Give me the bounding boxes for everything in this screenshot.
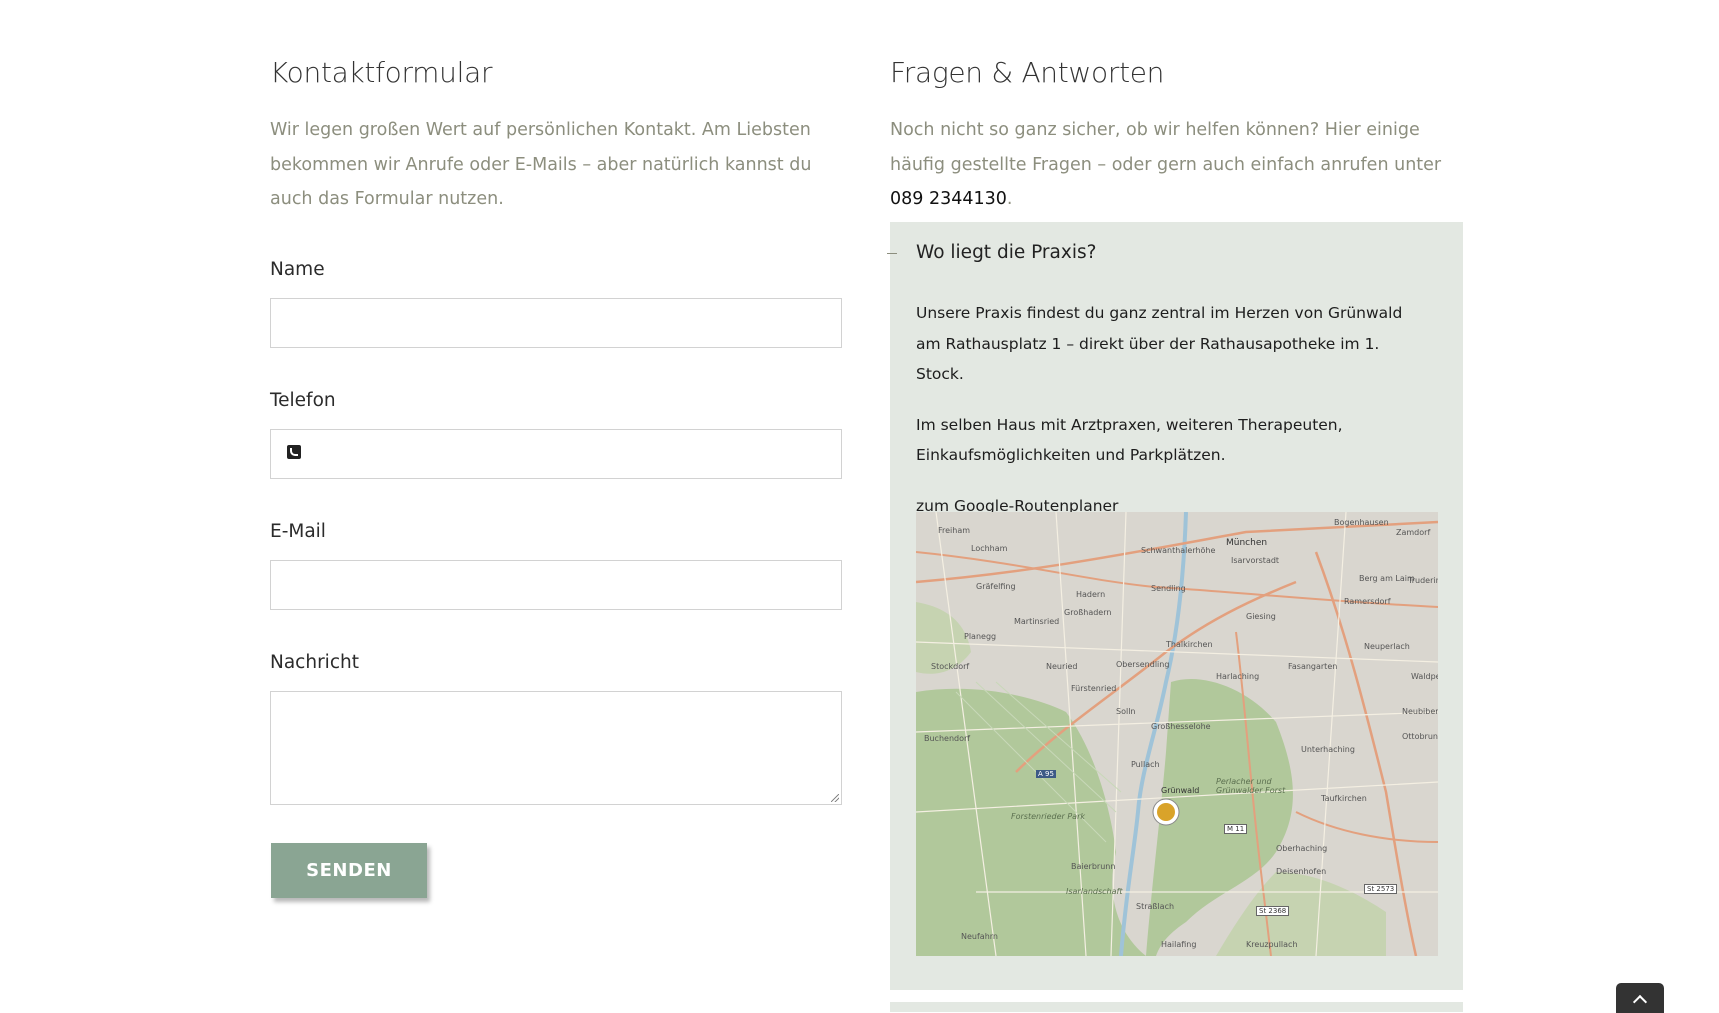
map-place-label: Unterhaching: [1301, 745, 1355, 754]
faq-phone-number[interactable]: 089 2344130: [890, 189, 1007, 209]
map-place-label: Harlaching: [1216, 672, 1260, 681]
contact-title: Kontaktformular: [270, 56, 493, 89]
map-place-label: Bogenhausen: [1334, 518, 1389, 527]
map[interactable]: Freiham Lochham Gräfelfing Planegg Stock…: [916, 512, 1438, 956]
map-place-label: Gräfelfing: [976, 582, 1016, 591]
scroll-to-top-button[interactable]: [1616, 983, 1664, 1013]
map-place-label: Grünwald: [1161, 786, 1200, 795]
map-place-label: Giesing: [1246, 612, 1276, 621]
map-place-label: München: [1226, 538, 1268, 548]
map-road-label: St 2573: [1364, 884, 1398, 894]
map-place-label: Isarlandschaft: [1066, 887, 1123, 896]
map-place-label: Trudering: [1408, 576, 1438, 585]
phone-icon: [287, 445, 301, 459]
collapse-toggle-icon[interactable]: [887, 253, 897, 254]
map-place-label: Hadern: [1076, 590, 1106, 599]
message-textarea[interactable]: [270, 691, 842, 805]
faq-question-text[interactable]: Wo liegt die Praxis?: [916, 242, 1096, 263]
map-place-label: Neufahrn: [961, 932, 998, 941]
faq-item-next[interactable]: [890, 1002, 1463, 1012]
map-place-label: Martinsried: [1014, 617, 1060, 626]
faq-question[interactable]: Wo liegt die Praxis?: [887, 242, 1096, 263]
map-place-label: Sendling: [1151, 584, 1186, 593]
map-place-label: Kreuzpullach: [1246, 940, 1298, 949]
map-place-label: Pullach: [1131, 760, 1160, 769]
map-road-label: St 2368: [1256, 906, 1290, 916]
map-place-label: Ramersdorf: [1344, 597, 1391, 606]
map-place-label: Großhadern: [1064, 608, 1112, 617]
map-place-label: Obersendling: [1116, 660, 1170, 669]
name-field[interactable]: [270, 298, 842, 348]
faq-section: Fragen & Antworten Noch nicht so ganz si…: [890, 56, 1463, 217]
map-place-label: Forstenrieder Park: [1011, 812, 1085, 821]
map-place-label: Deisenhofen: [1276, 867, 1327, 876]
map-place-label: Neuperlach: [1364, 642, 1410, 651]
faq-title: Fragen & Antworten: [890, 56, 1165, 89]
email-field[interactable]: [270, 560, 842, 610]
map-place-label: Stockdorf: [931, 662, 970, 671]
map-place-label: Solln: [1116, 707, 1136, 716]
phone-label: Telefon: [270, 390, 336, 411]
faq-intro: Noch nicht so ganz sicher, ob wir helfen…: [890, 113, 1463, 217]
map-place-label: Schwanthalerhöhe: [1141, 546, 1216, 555]
faq-answer-paragraph: Unsere Praxis findest du ganz zentral im…: [916, 304, 1403, 383]
resize-handle[interactable]: [831, 794, 839, 802]
map-place-label: Fasangarten: [1288, 662, 1338, 671]
map-place-label: Baierbrunn: [1071, 862, 1116, 871]
email-label: E-Mail: [270, 521, 326, 542]
send-button[interactable]: SENDEN: [271, 843, 427, 898]
map-place-label: Fürstenried: [1071, 684, 1117, 693]
map-place-label: Berg am Laim: [1359, 574, 1415, 583]
map-place-label: Neuried: [1046, 662, 1078, 671]
map-place-label: Neubiberg: [1402, 707, 1438, 716]
map-place-label: Taufkirchen: [1321, 794, 1367, 803]
map-place-label: Isarvorstadt: [1231, 556, 1280, 565]
map-place-label: Waldperlach: [1411, 672, 1438, 681]
map-place-label: Planegg: [964, 632, 997, 641]
faq-answer: Unsere Praxis findest du ganz zentral im…: [916, 298, 1416, 541]
map-place-label: Oberhaching: [1276, 844, 1328, 853]
chevron-up-icon: [1632, 994, 1648, 1010]
map-place-label: Großhesselohe: [1151, 722, 1211, 731]
map-place-label: Thalkirchen: [1166, 640, 1213, 649]
contact-intro: Wir legen großen Wert auf persönlichen K…: [270, 120, 812, 209]
faq-answer-paragraph: Im selben Haus mit Arztpraxen, weiteren …: [916, 415, 1343, 465]
map-place-label: Straßlach: [1136, 902, 1175, 911]
message-label: Nachricht: [270, 652, 359, 673]
name-label: Name: [270, 259, 325, 280]
phone-field[interactable]: [270, 429, 842, 479]
map-labels: Freiham Lochham Gräfelfing Planegg Stock…: [916, 512, 1438, 956]
map-road-label: A 95: [1036, 770, 1056, 778]
map-road-label: M 11: [1224, 824, 1248, 834]
map-place-label: Freiham: [938, 526, 971, 535]
faq-intro-end: .: [1006, 189, 1013, 209]
map-place-label: Zamdorf: [1396, 528, 1431, 537]
map-place-label: Ottobrunn: [1402, 732, 1438, 741]
faq-item: Wo liegt die Praxis? Unsere Praxis finde…: [887, 222, 1463, 990]
map-place-label: Hailafing: [1161, 940, 1197, 949]
contact-section: Kontaktformular Wir legen großen Wert au…: [270, 56, 844, 217]
map-place-label: Buchendorf: [924, 734, 971, 743]
map-place-label: Lochham: [971, 544, 1008, 553]
faq-intro-text: Noch nicht so ganz sicher, ob wir helfen…: [890, 120, 1442, 175]
map-place-label: Perlacher und Grünwalder Forst: [1216, 777, 1286, 795]
